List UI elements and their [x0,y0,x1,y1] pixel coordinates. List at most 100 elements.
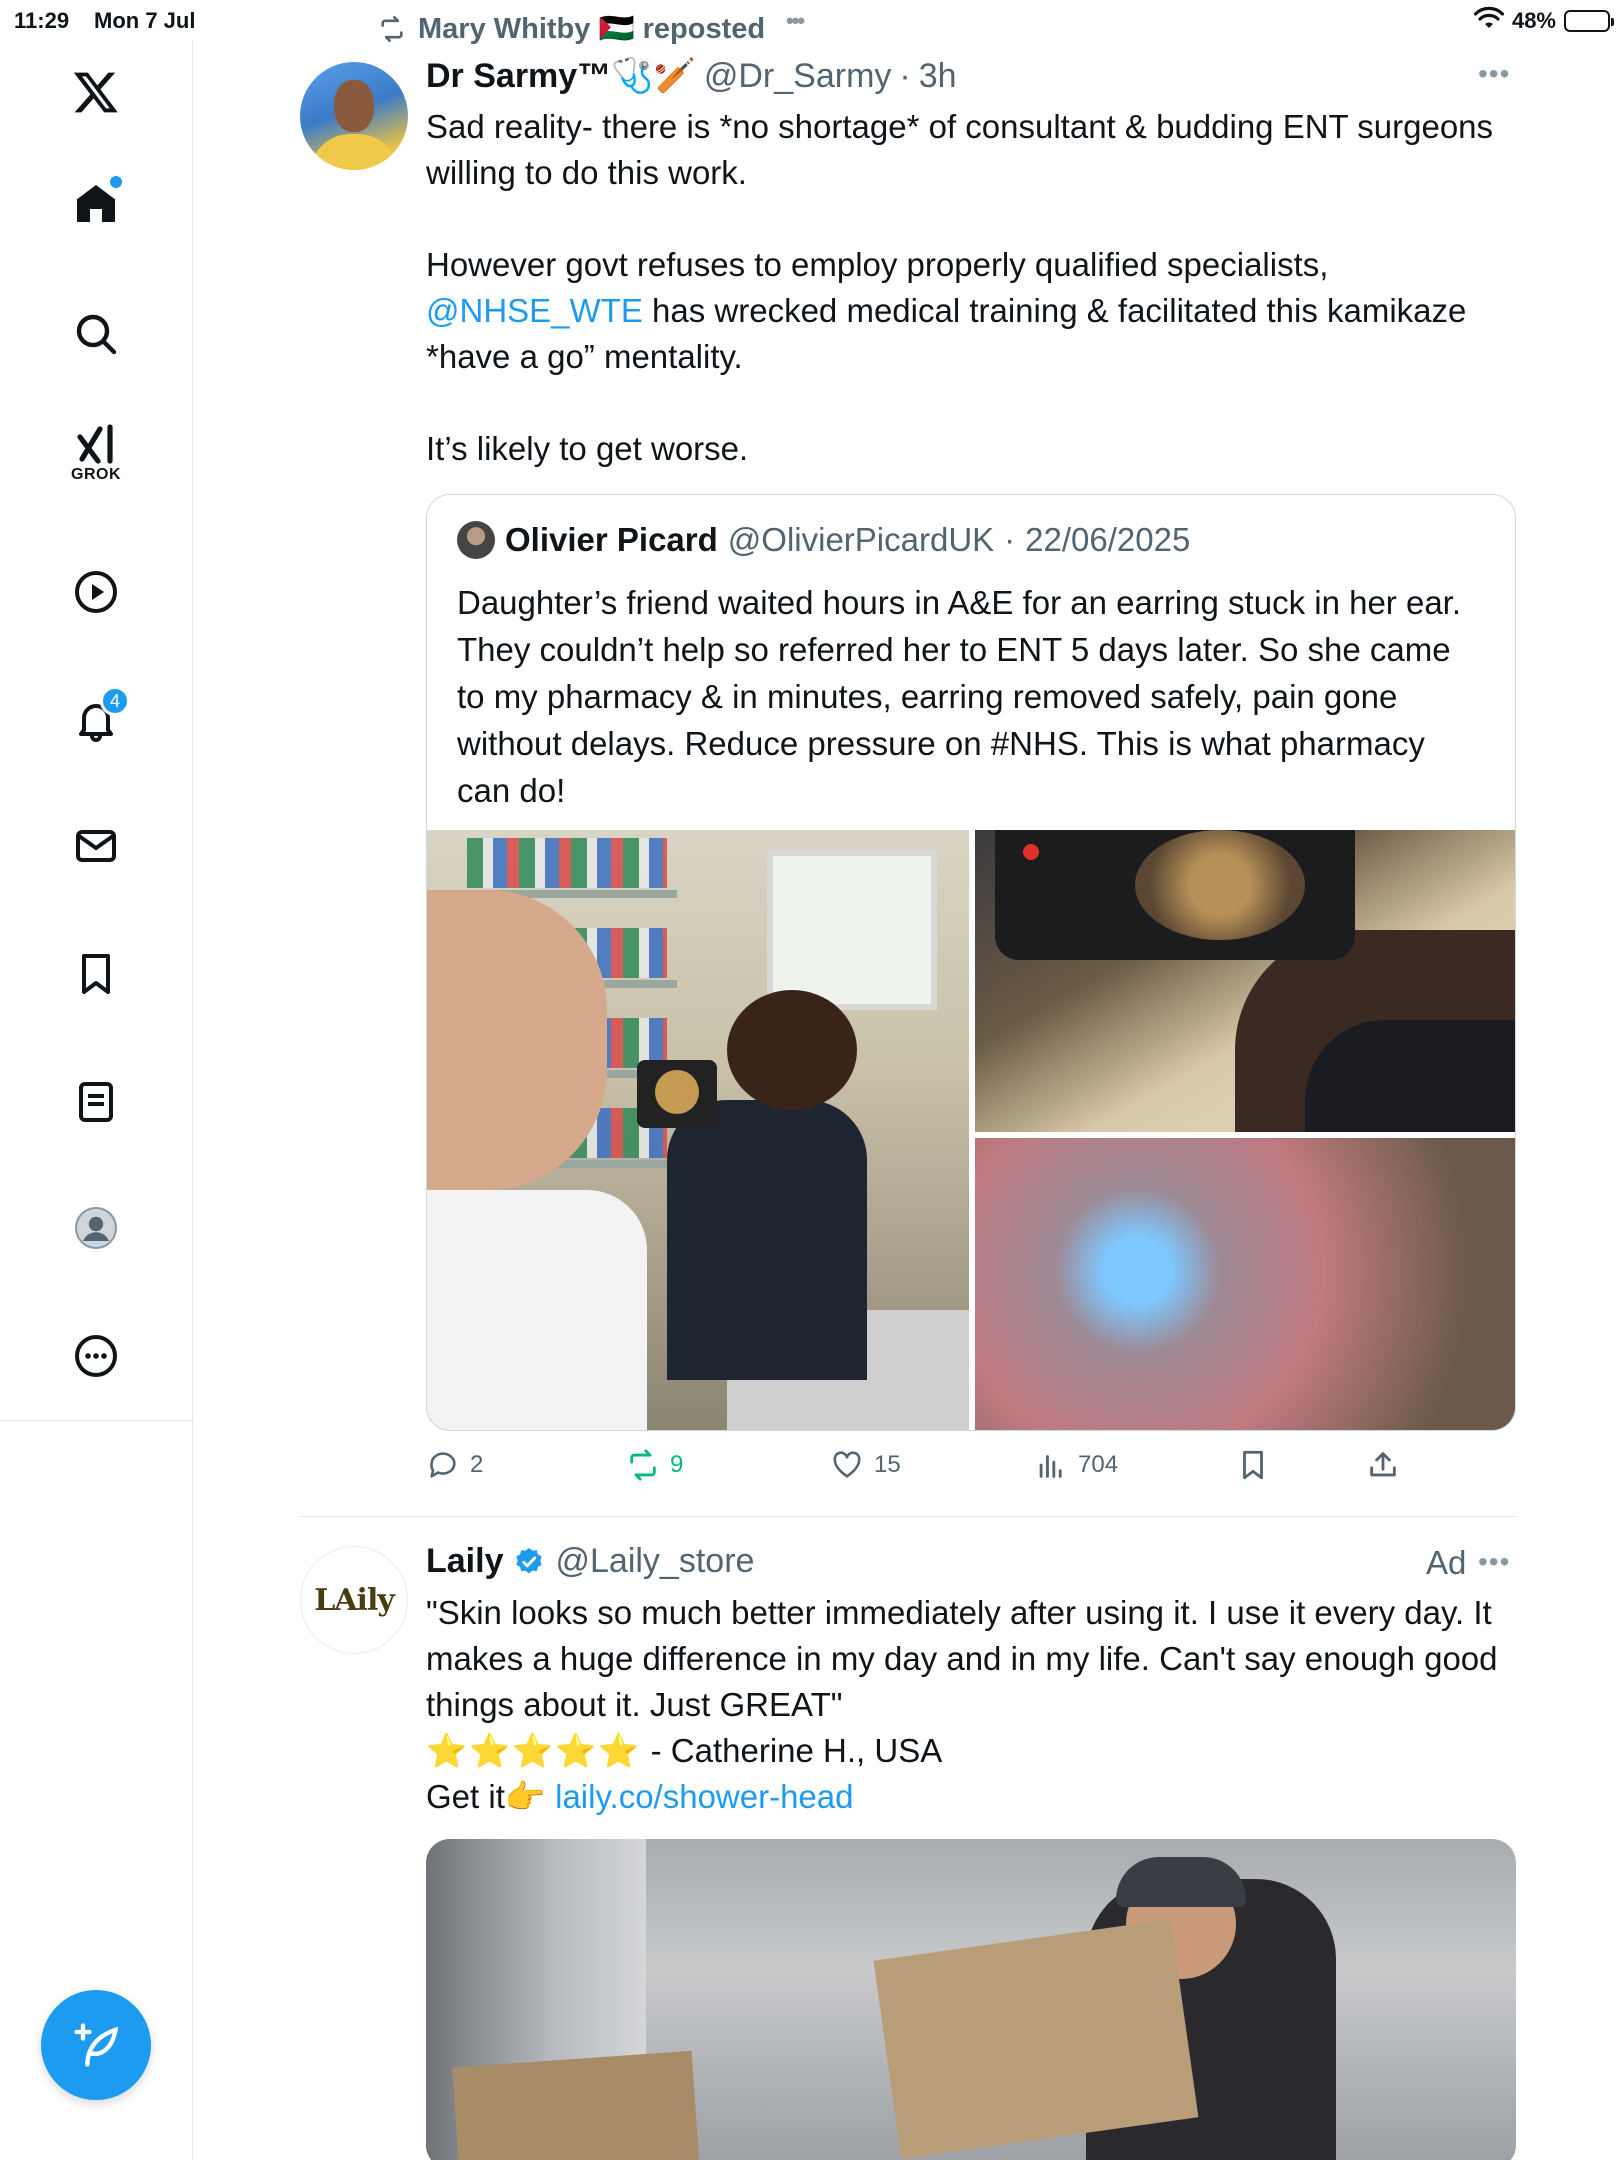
status-time: 11:29 [14,8,70,33]
bookmark-button[interactable] [1236,1448,1270,1482]
status-indicators: 48% [1473,6,1614,36]
tweet-text-line: Sad reality- there is *no shortage* of c… [426,108,1494,191]
quote-header: Olivier Picard @OlivierPicardUK · 22/06/… [457,521,1190,559]
video-play-icon[interactable] [64,560,128,624]
advertiser-handle[interactable]: @Laily_store [555,1542,754,1581]
lists-icon[interactable] [64,1070,128,1134]
heart-icon [833,1451,861,1478]
ad-rating-line: ⭐⭐⭐⭐⭐ - Catherine H., USA [426,1728,1526,1774]
advertiser-avatar[interactable]: LAily [300,1546,408,1654]
reply-icon [430,1452,456,1478]
time-separator: · [899,57,911,95]
photo-shelf-items [467,838,667,888]
repost-indicator: Mary Whitby 🇵🇸 reposted ••• [376,8,805,46]
sidebar-nav: GROK 4 [0,40,193,2160]
photo-box [873,1919,1199,2159]
sidebar-divider [0,1420,193,1421]
tweet-divider [300,1516,1516,1517]
rating-stars: ⭐⭐⭐⭐⭐ [426,1732,642,1769]
photo-cap [1116,1857,1246,1907]
tweet-text: Sad reality- there is *no shortage* of c… [426,104,1516,472]
author-avatar[interactable] [300,62,408,170]
tweet-more-icon[interactable]: ••• [1478,58,1510,90]
repost-button[interactable]: 9 [626,1448,683,1482]
battery-icon [1564,10,1614,32]
like-count: 15 [874,1451,901,1478]
x-logo-icon[interactable] [64,60,128,124]
media-image-otoscope[interactable] [975,830,1515,1132]
repost-count: 9 [670,1451,684,1478]
photo-collar [1305,1020,1515,1132]
home-notification-dot [110,176,122,188]
ad-text: "Skin looks so much better immediately a… [426,1590,1526,1820]
quoted-tweet-card[interactable]: Olivier Picard @OlivierPicardUK · 22/06/… [426,494,1516,1431]
photo-patient-hair [727,990,857,1110]
ad-cta-line: Get it👉 laily.co/shower-head [426,1774,1526,1820]
ad-attribution: - Catherine H., USA [641,1732,943,1769]
tweet-actions: 2 9 15 704 [426,1448,1516,1488]
tweet-text-line: It’s likely to get worse. [426,430,749,467]
ad-testimonial: "Skin looks so much better immediately a… [426,1594,1498,1723]
notifications-badge: 4 [100,686,130,716]
grok-icon[interactable]: GROK [64,420,128,484]
author-handle[interactable]: @Dr_Sarmy [704,57,892,96]
compose-button[interactable] [41,1990,151,2100]
like-button[interactable]: 15 [830,1448,901,1482]
mention-link[interactable]: @NHSE_WTE [426,292,643,329]
tweet-text-line [426,380,1516,426]
ad-label: Ad [1426,1544,1467,1581]
photo-pharmacist [427,890,607,1190]
search-icon[interactable] [64,302,128,366]
compose-feather-icon [74,2023,119,2067]
ad-header: Laily @Laily_store [426,1542,754,1581]
status-bar: 11:29 Mon 7 Jul 48% [0,0,1620,40]
bookmarks-icon[interactable] [64,942,128,1006]
views-button[interactable]: 704 [1034,1448,1118,1482]
tweet-header: Dr Sarmy™🩺🏏 @Dr_Sarmy · 3h [426,56,957,96]
avatar-face [334,80,374,132]
photo-phone [995,830,1355,960]
ad-link[interactable]: laily.co/shower-head [555,1778,853,1815]
avatar-shirt [310,134,398,170]
reply-button[interactable]: 2 [426,1448,483,1482]
share-button[interactable] [1366,1448,1400,1482]
author-name[interactable]: Dr Sarmy™🩺🏏 [426,56,696,96]
repost-icon [381,16,403,42]
advertiser-logo-text: LAily [314,1582,395,1618]
profile-avatar-icon[interactable] [64,1196,128,1260]
tweet-time[interactable]: 3h [919,57,957,96]
repost-by-label[interactable]: Mary Whitby 🇵🇸 reposted [418,12,765,46]
ad-more-icon[interactable]: ••• [1478,1546,1510,1578]
views-chart-icon [1039,1455,1062,1478]
bookmark-icon [1243,1450,1263,1480]
wifi-icon [1473,6,1505,36]
quote-text: Daughter’s friend waited hours in A&E fo… [457,584,1462,809]
media-grid [427,830,1515,1430]
more-options-icon[interactable] [64,1324,128,1388]
quote-author-handle[interactable]: @OlivierPicardUK [728,521,994,559]
home-icon[interactable] [64,172,128,236]
repost-icon [630,1449,656,1481]
share-upload-icon [1370,1452,1396,1477]
quote-date[interactable]: 22/06/2025 [1025,521,1190,559]
loading-dots-icon: ••• [786,8,805,33]
battery-percent: 48% [1511,8,1556,33]
verified-badge-icon [516,1547,543,1573]
messages-envelope-icon[interactable] [64,814,128,878]
photo-box [452,2050,700,2160]
media-image-pharmacy[interactable] [427,830,969,1430]
photo-otoscope-phone [637,1060,717,1128]
advertiser-name[interactable]: Laily [426,1542,503,1581]
quote-author-avatar[interactable] [457,521,495,559]
ad-video-thumbnail[interactable] [426,1839,1516,2160]
quote-author-name[interactable]: Olivier Picard [505,521,718,559]
ad-cta: Get it👉 [426,1778,556,1815]
media-image-ear-canal[interactable] [975,1138,1515,1430]
quote-separator: · [1004,521,1016,558]
photo-window [767,850,937,1010]
tweet-text-segment: However govt refuses to employ properly … [426,246,1329,283]
tweet-text-line [426,196,1516,242]
photo-pharmacist-shirt [427,1190,647,1430]
grok-label: GROK [71,466,121,483]
notifications-bell-icon[interactable]: 4 [64,686,130,752]
